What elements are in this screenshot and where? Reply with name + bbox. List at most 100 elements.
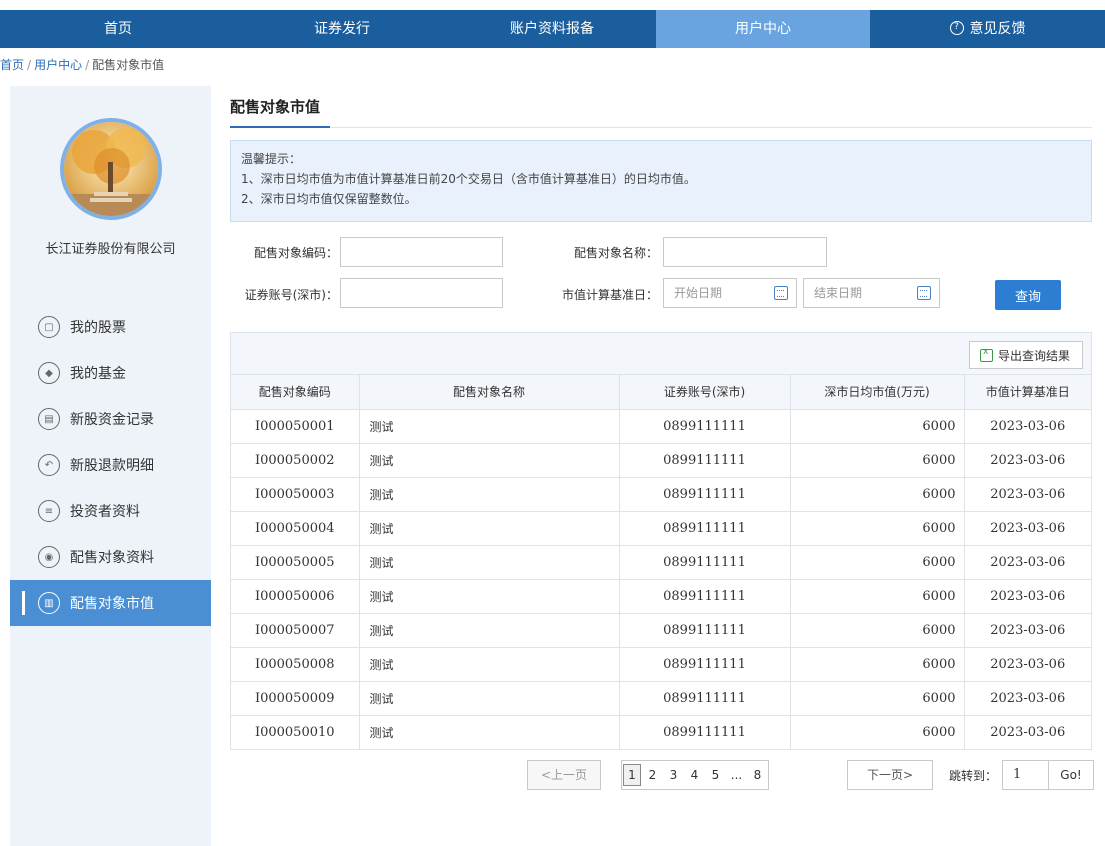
sidebar-item-label: 新股资金记录 xyxy=(70,412,154,428)
sidebar-item-label: 我的股票 xyxy=(70,320,126,336)
tip-title: 温馨提示： xyxy=(241,152,302,166)
cell-code: I000050006 xyxy=(231,579,360,614)
cell-base-date: 2023-03-06 xyxy=(964,443,1091,478)
page-number[interactable]: 8 xyxy=(747,761,768,789)
sidebar-item-placement-object-market-value[interactable]: ▥ 配售对象市值 xyxy=(10,580,211,626)
export-results-button[interactable]: 导出查询结果 xyxy=(968,341,1083,369)
sidebar-item-placement-object-info[interactable]: ◉ 配售对象资料 xyxy=(10,534,211,580)
prev-page-button[interactable]: <上一页 xyxy=(527,760,601,790)
cell-market-value: 6000 xyxy=(790,579,965,614)
cell-name: 测试 xyxy=(359,579,620,614)
cell-name: 测试 xyxy=(359,443,620,478)
cell-code: I000050004 xyxy=(231,511,360,546)
bar-chart-icon: ▥ xyxy=(38,592,60,614)
sidebar-item-ipo-refund-detail[interactable]: ↶ 新股退款明细 xyxy=(10,442,211,488)
column-header: 市值计算基准日 xyxy=(964,375,1091,410)
table-row: I000050007 测试 0899111111 6000 2023-03-06 xyxy=(231,613,1091,648)
name-input[interactable] xyxy=(663,237,827,267)
cell-market-value: 6000 xyxy=(790,477,965,512)
cell-market-value: 6000 xyxy=(790,647,965,682)
target-icon: ◉ xyxy=(38,546,60,568)
table-row: I000050006 测试 0899111111 6000 2023-03-06 xyxy=(231,579,1091,614)
excel-icon xyxy=(979,347,993,362)
nav-securities-issuance[interactable]: 证券发行 xyxy=(236,10,448,48)
page-number[interactable]: 4 xyxy=(684,761,705,789)
table-row: I000050002 测试 0899111111 6000 2023-03-06 xyxy=(231,443,1091,478)
query-form: 配售对象编码： 配售对象名称： 证券账号(深市)： 市值计算基准日： 开始日期 … xyxy=(230,222,1092,322)
page-number[interactable]: 1 xyxy=(623,764,641,786)
data-table: 配售对象编码 配售对象名称 证券账号(深市) 深市日均市值(万元) 市值计算基准… xyxy=(231,375,1091,749)
page-number[interactable]: 5 xyxy=(705,761,726,789)
code-input[interactable] xyxy=(340,237,503,267)
start-date-input[interactable]: 开始日期 xyxy=(663,278,797,308)
cell-account: 0899111111 xyxy=(619,613,791,648)
cell-base-date: 2023-03-06 xyxy=(990,724,1066,740)
page-number[interactable]: 2 xyxy=(642,761,663,789)
table-row: I000050009 测试 0899111111 6000 2023-03-06 xyxy=(231,681,1091,716)
fund-icon: ◆ xyxy=(38,362,60,384)
jump-label: 跳转到： xyxy=(949,769,998,783)
nav-feedback[interactable]: ? 意见反馈 xyxy=(870,10,1105,48)
cell-account: 0899111111 xyxy=(619,545,791,580)
account-label: 证券账号(深市)： xyxy=(244,288,338,302)
sidebar: 长江证券股份有限公司 ▢ 我的股票 ◆ 我的基金 ▤ 新股资金记录 ↶ 新股退款… xyxy=(10,86,211,846)
cell-name: 测试 xyxy=(359,647,620,682)
cell-base-date: 2023-03-06 xyxy=(964,681,1091,716)
cell-market-value: 6000 xyxy=(790,545,965,580)
column-header: 深市日均市值(万元) xyxy=(790,375,965,410)
query-button[interactable]: 查询 xyxy=(995,280,1061,310)
calendar-icon[interactable] xyxy=(774,286,788,300)
go-button[interactable]: Go! xyxy=(1049,761,1093,789)
cell-account: 0899111111 xyxy=(619,511,791,546)
cell-account: 0899111111 xyxy=(619,715,791,749)
nav-account-filing[interactable]: 账户资料报备 xyxy=(448,10,656,48)
cell-market-value: 6000 xyxy=(790,511,965,546)
calendar-icon[interactable] xyxy=(917,286,931,300)
stock-chart-icon: ▢ xyxy=(38,316,60,338)
cell-code: I000050010 xyxy=(231,715,360,749)
question-circle-icon: ? xyxy=(949,21,964,35)
sidebar-item-label: 配售对象资料 xyxy=(70,550,154,566)
export-label: 导出查询结果 xyxy=(997,348,1070,363)
page-number[interactable]: 3 xyxy=(663,761,684,789)
cell-market-value: 6000 xyxy=(790,443,965,478)
tip-line-1: 1、深市日均市值为市值计算基准日前20个交易日（含市值计算基准日）的日均市值。 xyxy=(241,172,696,186)
table-row: I000050003 测试 0899111111 6000 2023-03-06 xyxy=(231,477,1091,512)
column-header: 证券账号(深市) xyxy=(619,375,791,410)
breadcrumb-home[interactable]: 首页 xyxy=(0,58,24,72)
sidebar-item-my-stocks[interactable]: ▢ 我的股票 xyxy=(10,304,211,350)
sidebar-item-my-funds[interactable]: ◆ 我的基金 xyxy=(10,350,211,396)
nav-feedback-label: 意见反馈 xyxy=(969,21,1026,37)
sidebar-item-investor-info[interactable]: ≡ 投资者资料 xyxy=(10,488,211,534)
cell-account: 0899111111 xyxy=(619,681,791,716)
column-header: 配售对象名称 xyxy=(359,375,620,410)
nav-user-center[interactable]: 用户中心 xyxy=(656,10,870,48)
start-date-placeholder: 开始日期 xyxy=(674,286,723,300)
cell-account: 0899111111 xyxy=(619,579,791,614)
main-content: 配售对象市值 温馨提示： 1、深市日均市值为市值计算基准日前20个交易日（含市值… xyxy=(230,86,1092,322)
cell-base-date: 2023-03-06 xyxy=(964,511,1091,546)
breadcrumb-current: 配售对象市值 xyxy=(92,58,165,72)
sidebar-item-label: 我的基金 xyxy=(70,366,126,382)
cell-name: 测试 xyxy=(359,613,620,648)
nav-home[interactable]: 首页 xyxy=(0,10,236,48)
cell-account: 0899111111 xyxy=(619,409,791,444)
jump-page-input[interactable]: 1 xyxy=(1003,761,1049,789)
table-row: I000050004 测试 0899111111 6000 2023-03-06 xyxy=(231,511,1091,546)
cell-name: 测试 xyxy=(359,545,620,580)
page-numbers: 1 2 3 4 5 ... 8 xyxy=(621,760,769,790)
sidebar-item-ipo-funds-record[interactable]: ▤ 新股资金记录 xyxy=(10,396,211,442)
cell-market-value: 6000 xyxy=(790,613,965,648)
cell-base-date: 2023-03-06 xyxy=(964,545,1091,580)
column-header: 配售对象编码 xyxy=(231,375,360,410)
breadcrumb-separator: / xyxy=(85,58,90,72)
sidebar-item-label: 新股退款明细 xyxy=(70,458,154,474)
cell-code: I000050007 xyxy=(231,613,360,648)
cell-account: 0899111111 xyxy=(619,647,791,682)
next-page-button[interactable]: 下一页> xyxy=(847,760,933,790)
breadcrumb-user-center[interactable]: 用户中心 xyxy=(34,58,82,72)
sidebar-menu: ▢ 我的股票 ◆ 我的基金 ▤ 新股资金记录 ↶ 新股退款明细 ≡ 投资者资料 … xyxy=(10,304,211,626)
account-input[interactable] xyxy=(340,278,503,308)
end-date-input[interactable]: 结束日期 xyxy=(803,278,940,308)
cell-code: I000050002 xyxy=(231,443,360,478)
